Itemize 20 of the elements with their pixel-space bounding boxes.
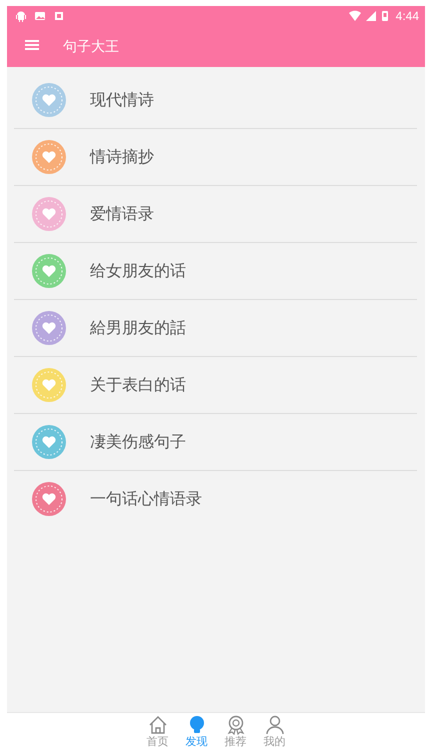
list-item[interactable]: 凄美伤感句子 bbox=[14, 414, 417, 471]
list-item[interactable]: 给女朋友的话 bbox=[14, 243, 417, 300]
wifi-icon bbox=[348, 10, 362, 22]
list-item[interactable]: 关于表白的话 bbox=[14, 357, 417, 414]
menu-icon bbox=[25, 39, 39, 51]
person-icon bbox=[264, 715, 284, 735]
list-item[interactable]: 給男朋友的話 bbox=[14, 300, 417, 357]
square-icon bbox=[53, 10, 65, 22]
clock-time: 4:44 bbox=[396, 9, 419, 23]
app-title: 句子大王 bbox=[63, 38, 119, 56]
android-icon bbox=[15, 10, 27, 22]
home-icon bbox=[148, 715, 168, 735]
image-icon bbox=[34, 10, 46, 22]
list-item[interactable]: 现代情诗 bbox=[14, 72, 417, 129]
list-item[interactable]: 一句话心情语录 bbox=[14, 471, 417, 527]
list-item[interactable]: 爱情语录 bbox=[14, 186, 417, 243]
battery-icon bbox=[380, 10, 390, 22]
medal-icon bbox=[226, 715, 246, 735]
list-item[interactable]: 情诗摘抄 bbox=[14, 129, 417, 186]
signal-icon bbox=[364, 10, 377, 22]
